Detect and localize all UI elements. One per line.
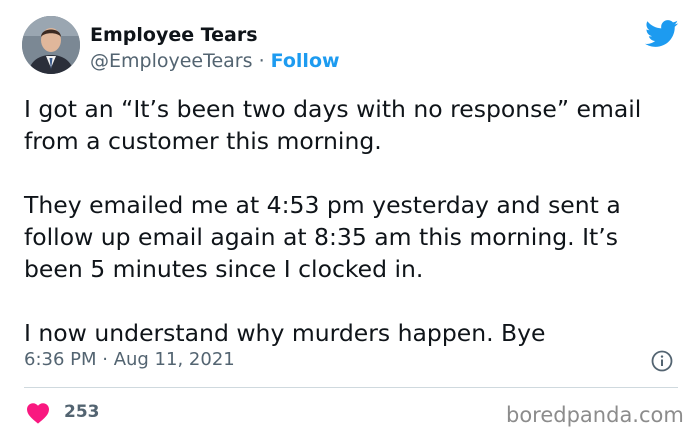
tweet-body: I got an “It’s been two days with no res… (24, 93, 684, 349)
author-handle-line: @EmployeeTears · Follow (90, 50, 340, 72)
avatar[interactable] (22, 16, 80, 74)
info-icon[interactable] (651, 350, 673, 372)
tweet-timestamp[interactable]: 6:36 PM · Aug 11, 2021 (24, 349, 235, 370)
tweet-card: Employee Tears @EmployeeTears · Follow I… (0, 0, 700, 441)
follow-button[interactable]: Follow (271, 50, 340, 72)
tweet-paragraph-3: I now understand why murders happen. Bye (24, 319, 546, 347)
tweet-paragraph-2: They emailed me at 4:53 pm yesterday and… (24, 191, 621, 283)
handle-separator: · (252, 50, 271, 72)
author-handle[interactable]: @EmployeeTears (90, 50, 253, 72)
tweet-paragraph-1: I got an “It’s been two days with no res… (24, 95, 642, 155)
author-display-name[interactable]: Employee Tears (90, 24, 258, 46)
heart-icon[interactable] (26, 402, 50, 424)
divider (24, 387, 678, 388)
twitter-bird-icon[interactable] (645, 20, 679, 48)
watermark: boredpanda.com (506, 403, 684, 427)
avatar-image (22, 16, 80, 74)
like-count: 253 (64, 402, 100, 422)
